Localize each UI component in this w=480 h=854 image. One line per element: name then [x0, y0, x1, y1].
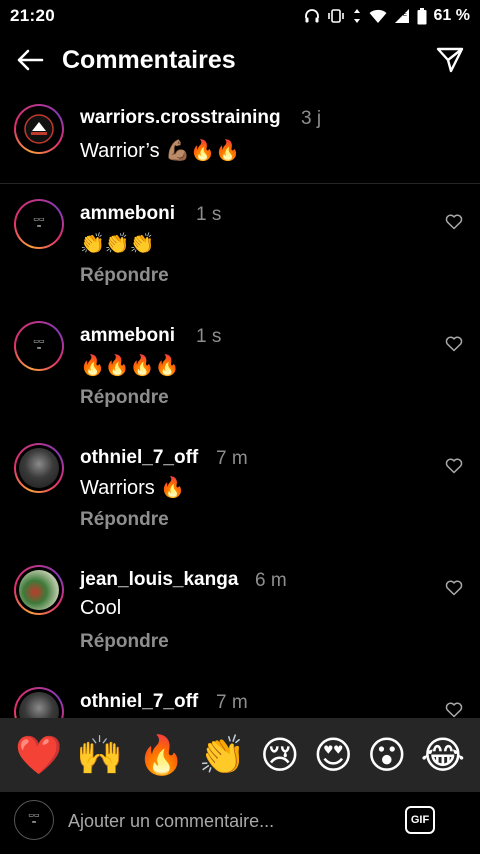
- page-title: Commentaires: [62, 45, 236, 74]
- heart-icon[interactable]: [445, 701, 463, 718]
- comment-item: ▭▭ ━ ammeboni 1 s 🔥🔥🔥🔥 Répondre: [0, 321, 480, 443]
- emoji-surprised[interactable]: 😮: [367, 736, 407, 774]
- emoji-reaction-bar: ❤️ 🙌 🔥 👏 😢 😍 😮 😂: [0, 718, 480, 792]
- divider: [0, 183, 480, 184]
- emoji-fire[interactable]: 🔥: [137, 736, 184, 774]
- reply-button[interactable]: Répondre: [80, 631, 169, 653]
- arrow-left-icon: [17, 49, 44, 71]
- back-button[interactable]: [0, 36, 60, 84]
- status-bar: 21:20 E 61 %: [0, 0, 480, 32]
- heart-icon[interactable]: [445, 457, 463, 475]
- comment-username[interactable]: ammeboni: [80, 203, 175, 225]
- headphones-icon: [304, 9, 319, 23]
- avatar-logo-icon: ▭▭ ━: [28, 813, 40, 826]
- avatar[interactable]: [14, 443, 64, 493]
- avatar-logo-icon: ▭▭ ━: [33, 217, 45, 230]
- heart-icon[interactable]: [445, 579, 463, 597]
- comment-item: jean_louis_kanga 6 m Cool Répondre: [0, 565, 480, 687]
- comment-time: 6 m: [255, 570, 287, 591]
- avatar[interactable]: ▭▭ ━: [14, 199, 64, 249]
- svg-text:E: E: [403, 12, 407, 18]
- comment-time: 7 m: [216, 448, 248, 469]
- avatar[interactable]: [14, 104, 64, 154]
- comment-time: 7 m: [216, 692, 248, 713]
- share-button[interactable]: [434, 44, 466, 76]
- comment-text: 👏👏👏: [80, 233, 155, 255]
- heart-icon[interactable]: [445, 213, 463, 231]
- signal-icon: E: [394, 9, 409, 23]
- status-icons: E 61 %: [304, 7, 470, 25]
- reply-button[interactable]: Répondre: [80, 509, 169, 531]
- warriors-logo-icon: [24, 114, 54, 144]
- emoji-laughing[interactable]: 😂: [421, 736, 465, 774]
- reply-button[interactable]: Répondre: [80, 265, 169, 287]
- comment-text: Warriors 🔥: [80, 477, 186, 499]
- comment-time: 1 s: [196, 326, 222, 347]
- comment-item: othniel_7_off 7 m Warriors 🔥 Répondre: [0, 443, 480, 565]
- comment-input-bar: ▭▭ ━ Ajouter un commentaire... GIF: [0, 792, 480, 854]
- caption-username[interactable]: warriors.crosstraining: [80, 107, 281, 129]
- avatar[interactable]: [14, 565, 64, 615]
- caption-text: Warrior’s 💪🏽🔥🔥: [80, 140, 240, 162]
- header: Commentaires: [0, 36, 480, 84]
- comment-item: ▭▭ ━ ammeboni 1 s 👏👏👏 Répondre: [0, 199, 480, 321]
- emoji-heart-eyes[interactable]: 😍: [314, 736, 354, 774]
- profile-photo: [19, 448, 59, 488]
- battery-icon: [417, 7, 427, 24]
- battery-percent: 61 %: [433, 7, 470, 24]
- vibrate-icon: [327, 9, 344, 23]
- heart-icon[interactable]: [445, 335, 463, 353]
- comment-username[interactable]: othniel_7_off: [80, 691, 198, 713]
- caption-time: 3 j: [301, 108, 322, 129]
- emoji-raised-hands[interactable]: 🙌: [76, 736, 123, 774]
- emoji-crying[interactable]: 😢: [260, 736, 300, 774]
- profile-photo: [19, 692, 59, 718]
- avatar: ▭▭ ━: [14, 800, 54, 840]
- reply-button[interactable]: Répondre: [80, 387, 169, 409]
- paper-plane-icon: [436, 47, 464, 73]
- wifi-icon: [369, 9, 387, 23]
- comment-time: 1 s: [196, 204, 222, 225]
- comment-text: Cool: [80, 597, 122, 619]
- data-arrows-icon: [353, 9, 360, 23]
- emoji-clap[interactable]: 👏: [199, 736, 246, 774]
- comment-username[interactable]: jean_louis_kanga: [80, 569, 238, 591]
- status-time: 21:20: [10, 6, 55, 25]
- emoji-heart[interactable]: ❤️: [15, 736, 62, 774]
- profile-photo: [19, 570, 59, 610]
- gif-button[interactable]: GIF: [405, 806, 435, 834]
- comment-item: othniel_7_off 7 m: [0, 687, 480, 718]
- avatar-logo-icon: ▭▭ ━: [33, 339, 45, 352]
- comment-input[interactable]: Ajouter un commentaire...: [68, 811, 274, 832]
- avatar[interactable]: ▭▭ ━: [14, 321, 64, 371]
- avatar[interactable]: [14, 687, 64, 718]
- comment-username[interactable]: ammeboni: [80, 325, 175, 347]
- comment-text: 🔥🔥🔥🔥: [80, 355, 180, 377]
- post-caption: warriors.crosstraining 3 j Warrior’s 💪🏽🔥…: [0, 96, 480, 182]
- comment-username[interactable]: othniel_7_off: [80, 447, 198, 469]
